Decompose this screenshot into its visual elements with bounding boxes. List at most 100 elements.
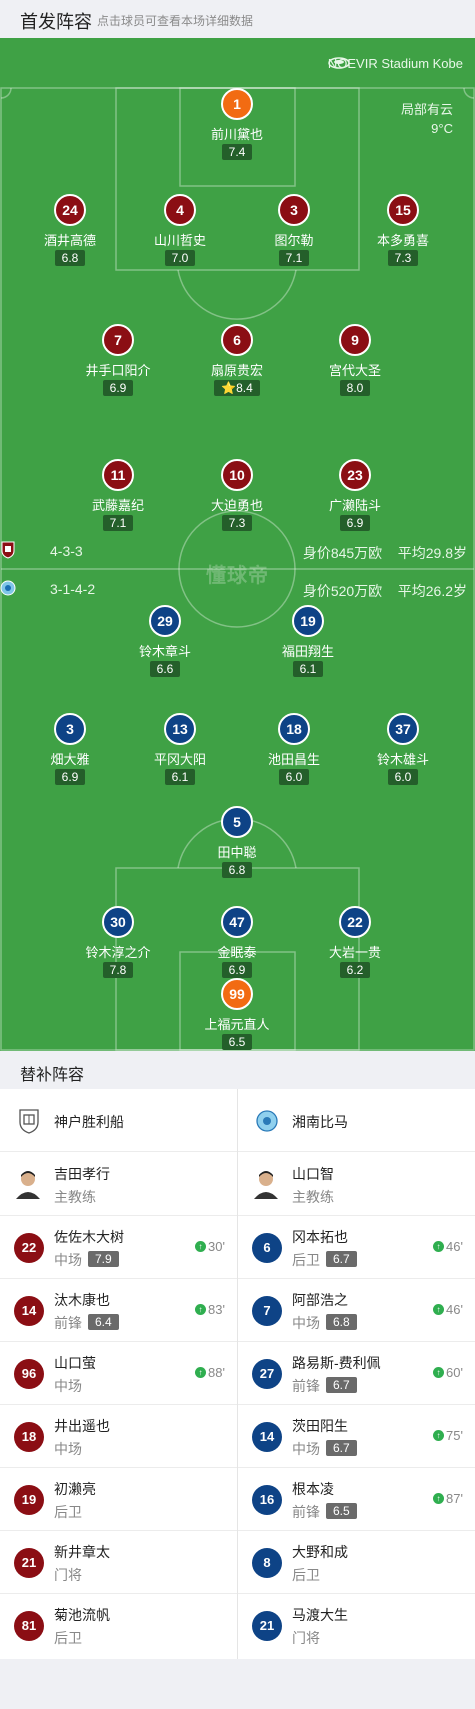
away-player[interactable]: 29 铃木章斗 6.6 <box>105 605 225 678</box>
player-rating: 6.1 <box>292 661 324 677</box>
sub-in-indicator: ↑ 88' <box>195 1365 225 1380</box>
home-sub-row[interactable]: 96 山口萤 中场 ↑ 88' <box>0 1341 237 1404</box>
away-sub-row[interactable]: 8 大野和成 后卫 <box>238 1530 475 1593</box>
home-sub-row[interactable]: 18 井出遥也中场 <box>0 1404 237 1467</box>
sub-in-minute: 88' <box>208 1365 225 1380</box>
sub-position: 中场 <box>54 1378 82 1394</box>
player-name: 武藤嘉纪 <box>91 498 144 513</box>
home-formation: 4-3-3 <box>50 543 83 559</box>
player-rating: 7.1 <box>278 250 310 266</box>
away-sub-row[interactable]: 7 阿部浩之 中场 6.8 ↑ 46' <box>238 1278 475 1341</box>
sub-position: 中场 <box>54 1441 82 1457</box>
player-rating: 6.9 <box>221 962 253 978</box>
home-sub-row[interactable]: 14 汰木康也 前锋 6.4 ↑ 83' <box>0 1278 237 1341</box>
rating-value: 6.5 <box>228 1035 246 1049</box>
home-player[interactable]: 7 井手口阳介 6.9 <box>58 324 178 397</box>
rating-value: 7.1 <box>109 516 127 530</box>
subs-panel: 神户胜利船 吉田孝行 主教练 22 佐佐木大树 中场 7.9 ↑ 30' 14 汰木康也 前锋 6… <box>0 1089 475 1659</box>
player-number: 11 <box>102 459 134 491</box>
home-player[interactable]: 1 前川黛也 7.4 <box>177 88 297 161</box>
sub-name: 茨田阳生 <box>292 1418 348 1434</box>
player-name: 井手口阳介 <box>85 363 151 378</box>
sub-number: 16 <box>252 1485 282 1515</box>
player-name: 扇原贵宏 <box>210 363 263 378</box>
sub-in-minute: 75' <box>446 1428 463 1443</box>
sub-in-minute: 46' <box>446 1239 463 1254</box>
home-sub-row[interactable]: 22 佐佐木大树 中场 7.9 ↑ 30' <box>0 1215 237 1278</box>
home-player[interactable]: 10 大迫勇也 7.3 <box>177 459 297 532</box>
home-player[interactable]: 6 扇原贵宏 ⭐8.4 <box>177 324 297 397</box>
home-player[interactable]: 3 图尔勒 7.1 <box>234 194 354 267</box>
sub-number: 7 <box>252 1296 282 1326</box>
sub-in-minute: 60' <box>446 1365 463 1380</box>
away-player[interactable]: 22 大岩一贵 6.2 <box>295 906 415 979</box>
player-name: 上福元直人 <box>204 1017 270 1032</box>
away-sub-row[interactable]: 27 路易斯-费利佩 前锋 6.7 ↑ 60' <box>238 1341 475 1404</box>
home-player[interactable]: 23 广濑陆斗 6.9 <box>295 459 415 532</box>
stadium-info: NOEVIR Stadium Kobe <box>328 56 463 71</box>
sub-name: 路易斯-费利佩 <box>292 1355 381 1371</box>
away-team-row[interactable]: 湘南比马 <box>238 1089 475 1152</box>
sub-in-icon: ↑ <box>433 1304 445 1315</box>
stadium-icon <box>328 57 350 69</box>
away-player[interactable]: 19 福田翔生 6.1 <box>248 605 368 678</box>
player-number: 99 <box>221 978 253 1010</box>
sub-name: 佐佐木大树 <box>54 1229 124 1245</box>
sub-position: 后卫 <box>54 1630 82 1646</box>
away-subs-column: 湘南比马 山口智 主教练 6 冈本拓也 后卫 6.7 ↑ 46' 7 阿部浩之 中场 6.8 ↑ 46… <box>238 1089 475 1659</box>
rating-value: 7.1 <box>285 251 303 265</box>
page-footer <box>0 1659 475 1709</box>
home-sub-row[interactable]: 19 初濑亮 后卫 <box>0 1467 237 1530</box>
sub-name: 井出遥也 <box>54 1418 110 1434</box>
away-player[interactable]: 47 金眠泰 6.9 <box>177 906 297 979</box>
lineup-page: 首发阵容 点击球员可查看本场详细数据 NOEVIR Stadium Kobe 局… <box>0 0 475 1709</box>
away-sub-row[interactable]: 16 根本凌 前锋 6.5 ↑ 87' <box>238 1467 475 1530</box>
player-number: 23 <box>339 459 371 491</box>
away-player[interactable]: 30 铃木淳之介 7.8 <box>58 906 178 979</box>
away-player[interactable]: 37 铃木雄斗 6.0 <box>343 713 463 786</box>
home-coach-row[interactable]: 吉田孝行 主教练 <box>0 1152 237 1215</box>
sub-number: 8 <box>252 1548 282 1578</box>
subs-header: 替补阵容 <box>0 1051 475 1089</box>
sub-number: 19 <box>14 1485 44 1515</box>
subs-title: 替补阵容 <box>20 1067 85 1084</box>
home-sub-row[interactable]: 81 菊池流帆 后卫 <box>0 1593 237 1656</box>
away-sub-row[interactable]: 21 马渡大生 门将 <box>238 1593 475 1656</box>
sub-in-indicator: ↑ 87' <box>433 1491 463 1506</box>
sub-name: 新井章太 <box>54 1544 110 1560</box>
player-name: 宫代大圣 <box>328 363 381 378</box>
home-player[interactable]: 24 酒井高德 6.8 <box>10 194 130 267</box>
away-player[interactable]: 5 田中聪 6.8 <box>177 806 297 879</box>
away-coach-row[interactable]: 山口智 主教练 <box>238 1152 475 1215</box>
away-value: 身价520万欧 <box>302 583 383 599</box>
player-name: 本多勇喜 <box>376 233 429 248</box>
sub-position: 中场 <box>54 1252 82 1268</box>
player-rating: 6.0 <box>387 769 419 785</box>
player-name: 大岩一贵 <box>328 945 381 960</box>
away-player[interactable]: 99 上福元直人 6.5 <box>177 978 297 1051</box>
player-rating: 7.0 <box>164 250 196 266</box>
sub-position: 中场 <box>292 1315 320 1331</box>
away-sub-row[interactable]: 6 冈本拓也 后卫 6.7 ↑ 46' <box>238 1215 475 1278</box>
home-team-row[interactable]: 神户胜利船 <box>0 1089 237 1152</box>
rating-value: 6.0 <box>394 770 412 784</box>
player-number: 30 <box>102 906 134 938</box>
home-player[interactable]: 4 山川哲史 7.0 <box>120 194 240 267</box>
player-number: 5 <box>221 806 253 838</box>
rating-value: 6.1 <box>299 662 317 676</box>
player-name: 图尔勒 <box>274 233 314 248</box>
sub-number: 18 <box>14 1422 44 1452</box>
sub-number: 6 <box>252 1233 282 1263</box>
home-player[interactable]: 11 武藤嘉纪 7.1 <box>58 459 178 532</box>
player-name: 平冈大阳 <box>153 752 206 767</box>
away-player[interactable]: 13 平冈大阳 6.1 <box>120 713 240 786</box>
away-player[interactable]: 18 池田昌生 6.0 <box>234 713 354 786</box>
away-team-name: 湘南比马 <box>292 1114 348 1130</box>
away-sub-row[interactable]: 14 茨田阳生 中场 6.7 ↑ 75' <box>238 1404 475 1467</box>
home-player[interactable]: 15 本多勇喜 7.3 <box>343 194 463 267</box>
home-sub-row[interactable]: 21 新井章太 门将 <box>0 1530 237 1593</box>
home-player[interactable]: 9 宫代大圣 8.0 <box>295 324 415 397</box>
player-rating: 7.3 <box>387 250 419 266</box>
player-name: 畑大雅 <box>50 752 90 767</box>
away-player[interactable]: 3 畑大雅 6.9 <box>10 713 130 786</box>
